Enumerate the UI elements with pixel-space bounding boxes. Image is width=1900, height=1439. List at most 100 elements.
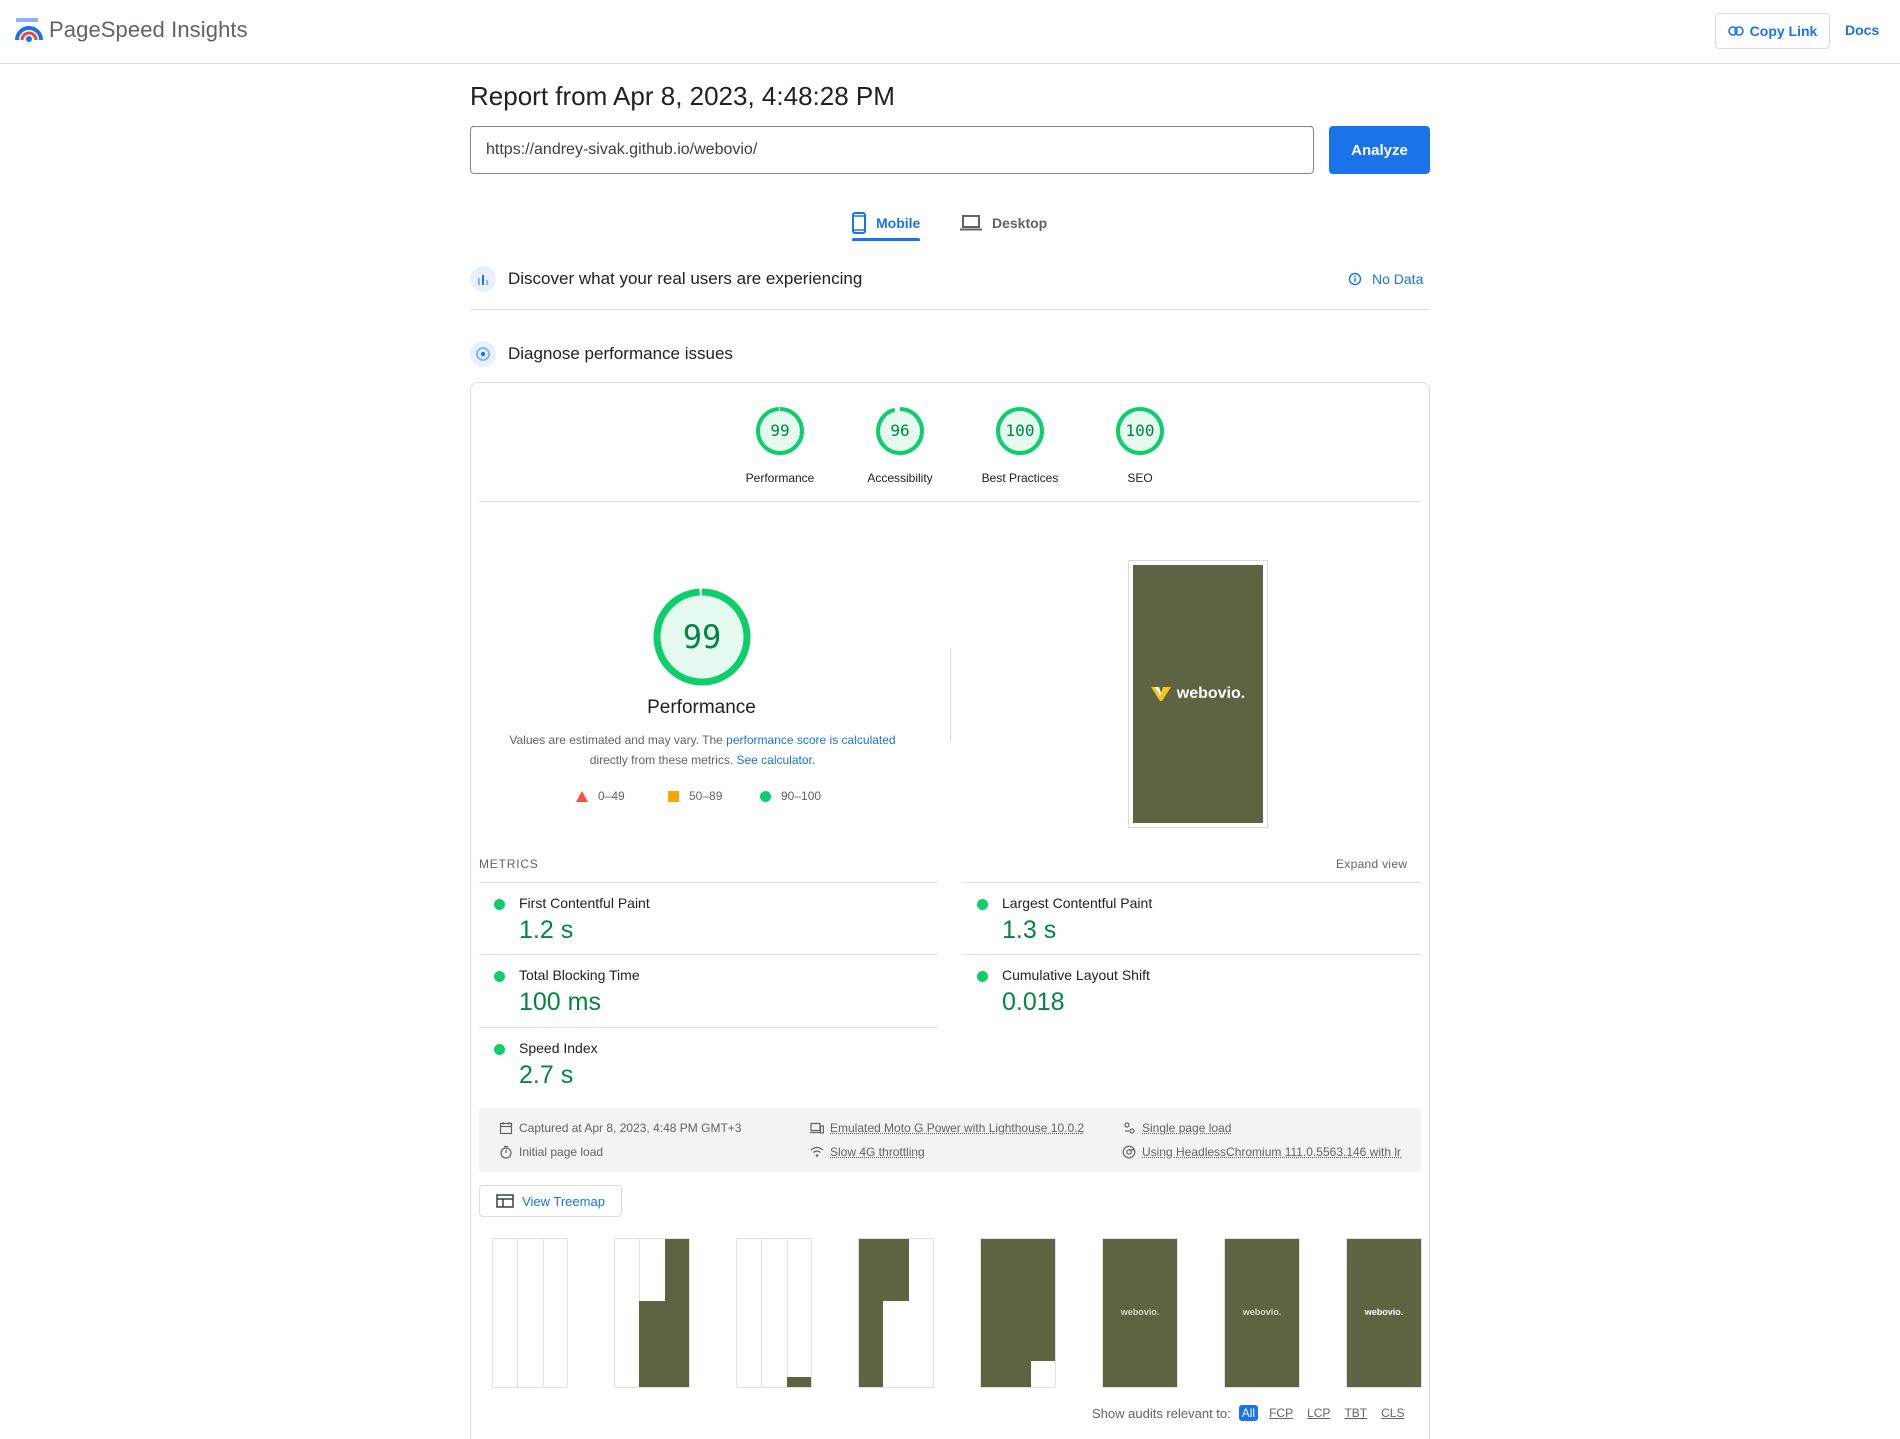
laptop-icon — [960, 215, 982, 231]
frame-brand: webovio. — [1242, 1307, 1282, 1317]
filter-chip-cls[interactable]: CLS — [1378, 1405, 1407, 1421]
pass-dot-icon — [494, 1044, 505, 1055]
filmstrip-frame — [492, 1238, 568, 1388]
filmstrip-frame: webovio. — [1102, 1238, 1178, 1388]
run-info-box: Captured at Apr 8, 2023, 4:48 PM GMT+3 I… — [479, 1108, 1421, 1172]
metric-speed-index: Speed Index 2.7 s — [479, 1027, 938, 1099]
filter-chip-all[interactable]: All — [1238, 1405, 1259, 1421]
score-ring: 99 — [756, 407, 804, 455]
audits-filter: Show audits relevant to: All FCP LCP TBT… — [1092, 1405, 1407, 1421]
gauge-best-practices[interactable]: 100 Best Practices — [960, 405, 1080, 485]
users-chart-icon — [470, 266, 496, 292]
view-treemap-label: View Treemap — [522, 1193, 605, 1209]
info-icon — [1348, 272, 1362, 286]
gauge-seo[interactable]: 100 SEO — [1080, 405, 1200, 485]
pagespeed-logo-icon[interactable] — [14, 18, 44, 44]
score-value: 96 — [890, 421, 909, 440]
metric-value: 2.7 s — [519, 1061, 574, 1089]
expand-view-toggle[interactable]: Expand view — [1336, 857, 1407, 871]
vertical-separator — [950, 648, 951, 742]
gauge-label: Best Practices — [981, 471, 1059, 485]
browser-text: Using HeadlessChromium 111.0.5563.146 wi… — [1142, 1145, 1402, 1159]
throttling-text: Slow 4G throttling — [830, 1145, 925, 1159]
gauge-performance[interactable]: 99 Performance — [720, 405, 840, 485]
legend-fail-range: 0–49 — [598, 789, 625, 803]
tab-desktop[interactable]: Desktop — [960, 205, 1047, 241]
gauge-label: Performance — [745, 471, 815, 485]
frame-brand: webovio. — [1120, 1307, 1160, 1317]
emulated-text: Emulated Moto G Power with Lighthouse 10… — [830, 1121, 1085, 1135]
top-app-bar: PageSpeed Insights Copy Link Docs — [0, 0, 1900, 64]
metric-value: 0.018 — [1002, 988, 1065, 1016]
score-value: 99 — [770, 421, 789, 440]
webovio-logo-icon — [1150, 687, 1171, 701]
discover-title: Discover what your real users are experi… — [508, 269, 863, 288]
copy-link-label: Copy Link — [1749, 23, 1818, 39]
frame-brand: webovio. — [1364, 1307, 1404, 1317]
see-calculator-link[interactable]: See calculator. — [736, 753, 815, 767]
gauge-accessibility[interactable]: 96 Accessibility — [840, 405, 960, 485]
filmstrip: webovio. webovio. webovio. — [492, 1238, 1422, 1388]
pass-dot-icon — [494, 899, 505, 910]
metric-name: Cumulative Layout Shift — [1002, 967, 1150, 983]
pass-dot-icon — [977, 899, 988, 910]
performance-title: Performance — [647, 697, 756, 718]
tab-mobile-label: Mobile — [876, 215, 921, 231]
calendar-icon — [499, 1122, 513, 1135]
desc-text-1: Values are estimated and may vary. The — [509, 733, 727, 747]
metric-lcp: Largest Contentful Paint 1.3 s — [962, 882, 1421, 954]
metric-value: 100 ms — [519, 988, 601, 1016]
gauge-label: Accessibility — [867, 471, 933, 485]
no-data-indicator[interactable]: No Data — [1348, 271, 1423, 287]
info-emulated[interactable]: Emulated Moto G Power with Lighthouse 10… — [810, 1121, 1084, 1135]
filmstrip-frame — [614, 1238, 690, 1388]
info-captured: Captured at Apr 8, 2023, 4:48 PM GMT+3 — [499, 1121, 741, 1135]
performance-description: Values are estimated and may vary. The p… — [490, 730, 915, 770]
score-legend: 0–49 50–89 90–100 — [576, 789, 852, 803]
timer-icon — [500, 1145, 512, 1159]
legend-fail: 0–49 — [576, 789, 668, 803]
people-icon — [1124, 1122, 1135, 1134]
tab-mobile[interactable]: Mobile — [852, 205, 921, 241]
score-ring: 100 — [1116, 407, 1164, 455]
analyze-button[interactable]: Analyze — [1329, 126, 1430, 174]
metric-name: Largest Contentful Paint — [1002, 895, 1153, 911]
legend-pass-range: 90–100 — [781, 789, 822, 803]
square-icon — [668, 790, 679, 802]
desc-text-2: directly from these metrics. — [589, 753, 737, 767]
url-input[interactable] — [470, 126, 1314, 174]
app-title[interactable]: PageSpeed Insights — [49, 17, 248, 43]
metric-tbt: Total Blocking Time 100 ms — [479, 954, 938, 1026]
filter-chip-lcp[interactable]: LCP — [1304, 1405, 1333, 1421]
filter-chip-fcp[interactable]: FCP — [1266, 1405, 1296, 1421]
score-ring: 100 — [996, 407, 1044, 455]
chrome-icon — [1122, 1145, 1136, 1159]
diagnose-title: Diagnose performance issues — [508, 344, 733, 363]
screenshot-brand: webovio. — [1176, 685, 1246, 702]
wifi-icon — [810, 1146, 824, 1157]
treemap-icon — [496, 1194, 514, 1208]
metrics-heading: METRICS — [479, 857, 539, 871]
pass-dot-icon — [977, 971, 988, 982]
final-screenshot[interactable]: webovio. — [1128, 560, 1268, 828]
docs-link[interactable]: Docs — [1845, 22, 1879, 38]
report-title: Report from Apr 8, 2023, 4:48:28 PM — [470, 81, 895, 111]
filmstrip-frame: webovio. — [1224, 1238, 1300, 1388]
devices-icon — [810, 1122, 824, 1134]
copy-link-button[interactable]: Copy Link — [1715, 13, 1830, 49]
filter-chip-tbt[interactable]: TBT — [1341, 1405, 1370, 1421]
view-treemap-button[interactable]: View Treemap — [479, 1185, 622, 1217]
info-single-load[interactable]: Single page load — [1122, 1121, 1231, 1135]
score-value: 100 — [1126, 421, 1155, 440]
score-calculated-link[interactable]: performance score is calculated — [726, 733, 895, 747]
info-browser[interactable]: Using HeadlessChromium 111.0.5563.146 wi… — [1122, 1145, 1401, 1159]
legend-average-range: 50–89 — [689, 789, 723, 803]
metric-value: 1.3 s — [1002, 916, 1057, 944]
score-ring: 96 — [876, 407, 924, 455]
no-data-label: No Data — [1372, 271, 1424, 287]
initial-load-text: Initial page load — [519, 1145, 604, 1159]
filmstrip-frame — [858, 1238, 934, 1388]
metric-name: Speed Index — [519, 1040, 598, 1056]
info-throttling[interactable]: Slow 4G throttling — [810, 1145, 925, 1159]
metric-cls: Cumulative Layout Shift 0.018 — [962, 954, 1421, 1026]
